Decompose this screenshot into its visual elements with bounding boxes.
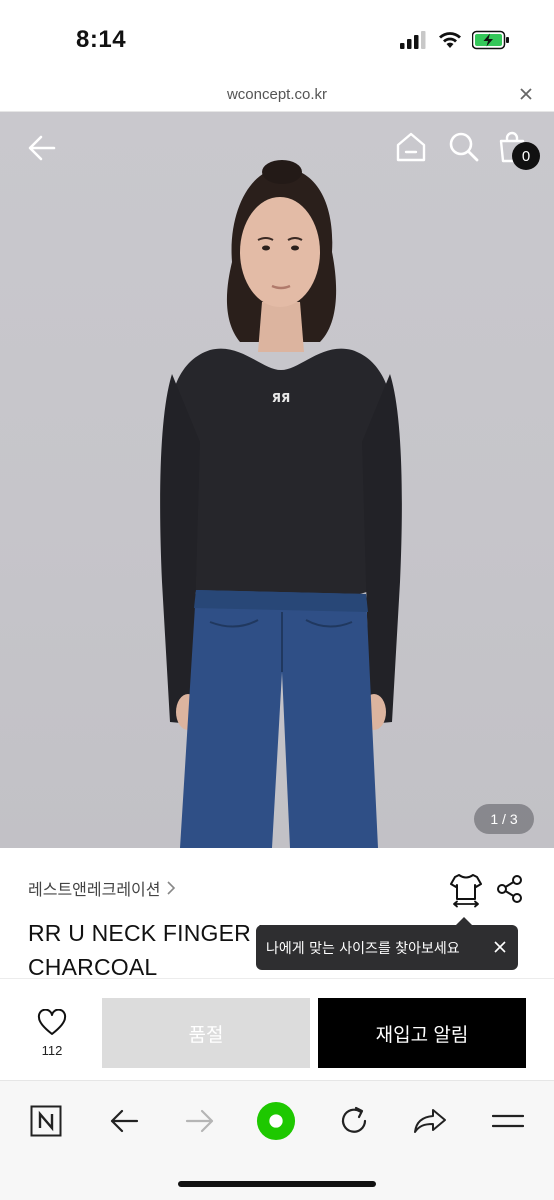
refresh-icon[interactable] bbox=[338, 1105, 370, 1137]
back-arrow-icon[interactable] bbox=[26, 132, 58, 164]
image-page-counter: 1 / 3 bbox=[474, 804, 534, 834]
naver-home-button[interactable] bbox=[26, 1101, 66, 1141]
product-photo: ЯЯ bbox=[160, 160, 402, 848]
soldout-button[interactable]: 품절 bbox=[102, 998, 310, 1068]
size-tooltip[interactable]: 나에게 맞는 사이즈를 찾아보세요 bbox=[256, 917, 518, 970]
status-time: 8:14 bbox=[76, 26, 127, 53]
close-icon[interactable] bbox=[492, 939, 508, 955]
close-icon[interactable] bbox=[518, 86, 534, 102]
menu-button[interactable] bbox=[488, 1101, 528, 1141]
wishlist-count: 112 bbox=[41, 1043, 63, 1058]
refresh-button[interactable] bbox=[334, 1101, 374, 1141]
naver-n-icon[interactable] bbox=[30, 1105, 62, 1137]
battery-charging-icon bbox=[472, 30, 509, 50]
url-text[interactable]: wconcept.co.kr bbox=[0, 86, 554, 103]
hamburger-menu-icon[interactable] bbox=[492, 1110, 524, 1132]
chevron-right-icon bbox=[167, 881, 176, 895]
browser-forward-button[interactable] bbox=[180, 1101, 220, 1141]
cellular-signal-icon bbox=[400, 31, 426, 49]
purchase-action-bar: 112 품절 재입고 알림 bbox=[0, 978, 554, 1080]
share-icon[interactable] bbox=[496, 874, 524, 904]
share-page-button[interactable] bbox=[410, 1101, 450, 1141]
brand-link[interactable]: 레스트앤레크레이션 bbox=[28, 876, 176, 900]
search-icon[interactable] bbox=[447, 130, 481, 164]
product-image-carousel[interactable]: ЯЯ 0 1 / 3 bbox=[0, 112, 554, 848]
home-icon[interactable] bbox=[394, 130, 428, 164]
heart-icon[interactable] bbox=[37, 1008, 67, 1037]
size-tooltip-text: 나에게 맞는 사이즈를 찾아보세요 bbox=[266, 940, 460, 957]
green-dot-icon[interactable] bbox=[256, 1100, 296, 1142]
arrow-left-icon[interactable] bbox=[109, 1108, 139, 1134]
arrow-right-icon[interactable] bbox=[185, 1108, 215, 1134]
size-guide-icon[interactable] bbox=[448, 872, 484, 908]
status-bar: 8:14 bbox=[0, 0, 554, 80]
green-dot-button[interactable] bbox=[256, 1101, 296, 1141]
home-indicator bbox=[178, 1181, 376, 1187]
wifi-icon bbox=[439, 32, 461, 48]
url-bar[interactable]: wconcept.co.kr bbox=[0, 80, 554, 112]
wishlist-button[interactable]: 112 bbox=[30, 1008, 74, 1058]
brand-name[interactable]: 레스트앤레크레이션 bbox=[28, 876, 160, 900]
share-arrow-icon[interactable] bbox=[413, 1107, 447, 1135]
browser-back-button[interactable] bbox=[104, 1101, 144, 1141]
svg-text:ЯЯ: ЯЯ bbox=[272, 391, 290, 405]
cart-count-badge[interactable]: 0 bbox=[512, 142, 540, 170]
restock-alert-button[interactable]: 재입고 알림 bbox=[318, 998, 526, 1068]
status-icons bbox=[400, 30, 510, 50]
